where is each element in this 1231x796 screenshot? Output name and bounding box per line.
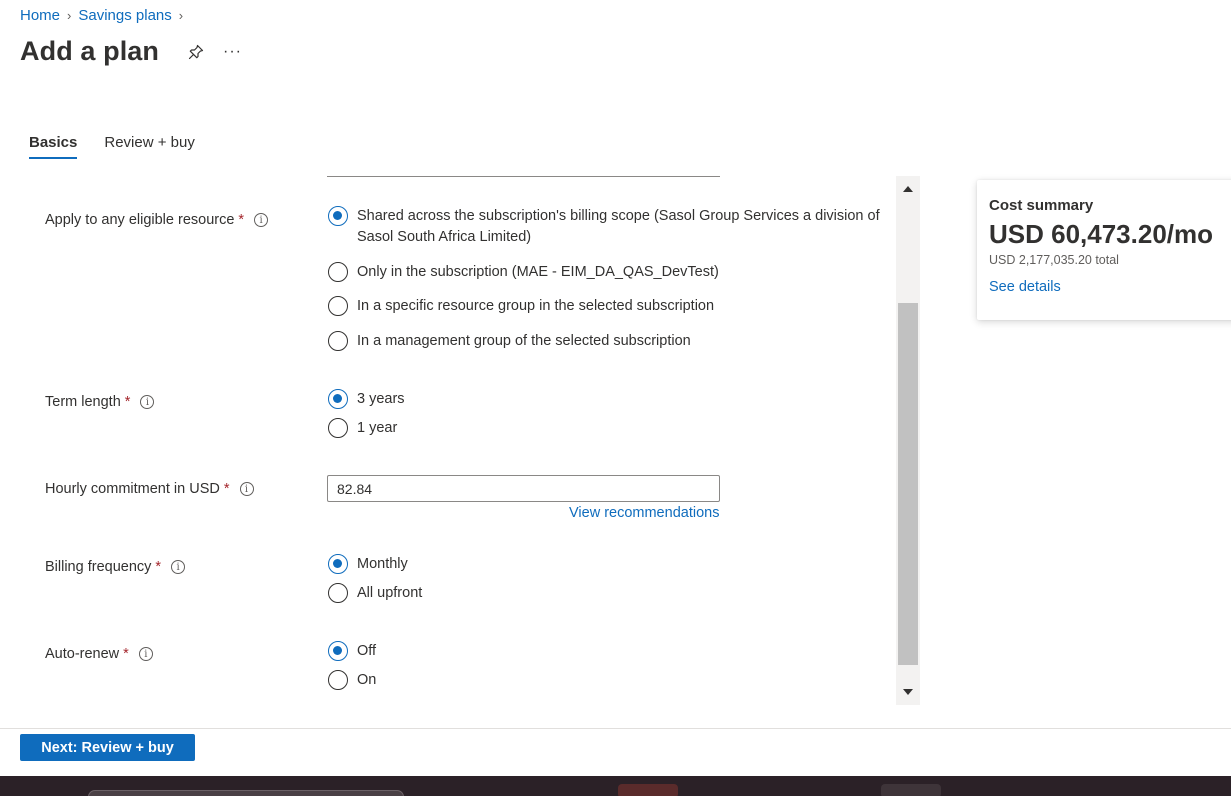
radio-circle[interactable] xyxy=(328,670,348,690)
apply-to-label-text: Apply to any eligible resource xyxy=(45,212,235,228)
tab-basics[interactable]: Basics xyxy=(29,134,78,159)
radio-label: 1 year xyxy=(357,420,398,436)
radio-circle[interactable] xyxy=(328,583,348,603)
radio-label: In a specific resource group in the sele… xyxy=(357,298,715,314)
hourly-commitment-label: Hourly commitment in USD * i xyxy=(45,481,254,497)
radio-circle[interactable] xyxy=(328,389,348,409)
page-header: Add a plan ··· xyxy=(20,36,242,67)
radio-circle[interactable] xyxy=(328,418,348,438)
cost-summary-title: Cost summary xyxy=(989,197,1094,214)
taskbar-app-icon[interactable] xyxy=(618,784,678,796)
radio-circle[interactable] xyxy=(328,331,348,351)
radio-circle[interactable] xyxy=(328,262,348,282)
divider xyxy=(327,176,720,177)
breadcrumb-savings-plans-link[interactable]: Savings plans xyxy=(78,7,171,24)
radio-apply-resource-group[interactable]: In a specific resource group in the sele… xyxy=(328,296,714,317)
cost-monthly-amount: USD 60,473.20/mo xyxy=(989,219,1214,249)
scrollbar-thumb[interactable] xyxy=(898,303,918,665)
taskbar-app-icon[interactable] xyxy=(881,784,941,796)
required-marker: * xyxy=(238,212,245,228)
required-marker: * xyxy=(223,481,230,497)
info-icon[interactable]: i xyxy=(140,395,155,409)
tab-review-buy[interactable]: Review + buy xyxy=(104,134,194,159)
info-icon[interactable]: i xyxy=(239,482,254,496)
radio-label: All upfront xyxy=(357,585,423,601)
chevron-right-icon: › xyxy=(178,8,184,23)
chevron-right-icon: › xyxy=(67,8,72,23)
radio-term-1-year[interactable]: 1 year xyxy=(328,418,397,439)
pin-icon[interactable] xyxy=(187,43,205,61)
os-taskbar xyxy=(0,776,1231,796)
taskbar-search-box[interactable] xyxy=(88,790,404,796)
radio-apply-shared[interactable]: Shared across the subscription's billing… xyxy=(328,206,887,248)
radio-auto-renew-on[interactable]: On xyxy=(328,670,376,691)
required-marker: * xyxy=(124,394,131,410)
info-icon[interactable]: i xyxy=(171,560,186,574)
page-title: Add a plan xyxy=(20,36,160,66)
radio-label: On xyxy=(357,672,377,688)
cost-summary-card: Cost summary USD 60,473.20/mo USD 2,177,… xyxy=(977,180,1231,320)
hourly-commitment-input[interactable] xyxy=(327,475,720,502)
cost-total-amount: USD 2,177,035.20 total xyxy=(989,253,1119,267)
radio-apply-management-group[interactable]: In a management group of the selected su… xyxy=(328,331,691,352)
required-marker: * xyxy=(123,646,129,662)
radio-label: In a management group of the selected su… xyxy=(357,333,691,349)
radio-label: Off xyxy=(357,643,377,659)
radio-circle[interactable] xyxy=(328,554,348,574)
radio-term-3-years[interactable]: 3 years xyxy=(328,389,405,410)
billing-frequency-label: Billing frequency * i xyxy=(45,559,186,575)
required-marker: * xyxy=(155,559,162,575)
term-length-label: Term length * i xyxy=(45,394,155,410)
hourly-commitment-label-text: Hourly commitment in USD xyxy=(45,481,220,497)
billing-frequency-label-text: Billing frequency xyxy=(45,559,152,575)
tab-bar: Basics Review + buy xyxy=(29,134,222,159)
info-icon[interactable]: i xyxy=(138,647,153,661)
apply-to-label: Apply to any eligible resource * i xyxy=(45,212,269,228)
scroll-down-arrow-icon[interactable] xyxy=(896,683,920,701)
radio-auto-renew-off[interactable]: Off xyxy=(328,641,376,662)
radio-label: Only in the subscription (MAE - EIM_DA_Q… xyxy=(357,264,719,280)
view-recommendations-link[interactable]: View recommendations xyxy=(569,505,719,521)
radio-label: 3 years xyxy=(357,391,405,407)
radio-billing-monthly[interactable]: Monthly xyxy=(328,554,408,575)
footer-divider xyxy=(0,728,1231,729)
form-scrollbar[interactable] xyxy=(896,176,920,705)
auto-renew-label-text: Auto-renew xyxy=(45,646,120,662)
radio-circle[interactable] xyxy=(328,641,348,661)
see-details-link[interactable]: See details xyxy=(989,279,1061,295)
more-options-icon[interactable]: ··· xyxy=(223,43,242,61)
term-length-label-text: Term length xyxy=(45,394,121,410)
radio-billing-upfront[interactable]: All upfront xyxy=(328,583,422,604)
radio-label: Shared across the subscription's billing… xyxy=(357,208,880,245)
info-icon[interactable]: i xyxy=(254,213,269,227)
breadcrumb: Home › Savings plans › xyxy=(20,7,190,24)
auto-renew-label: Auto-renew * i xyxy=(45,646,153,662)
radio-apply-subscription[interactable]: Only in the subscription (MAE - EIM_DA_Q… xyxy=(328,262,719,283)
breadcrumb-home-link[interactable]: Home xyxy=(20,7,60,24)
radio-circle[interactable] xyxy=(328,296,348,316)
next-review-buy-button[interactable]: Next: Review + buy xyxy=(20,734,195,761)
radio-circle[interactable] xyxy=(328,206,348,226)
scroll-up-arrow-icon[interactable] xyxy=(896,180,920,198)
radio-label: Monthly xyxy=(357,556,408,572)
